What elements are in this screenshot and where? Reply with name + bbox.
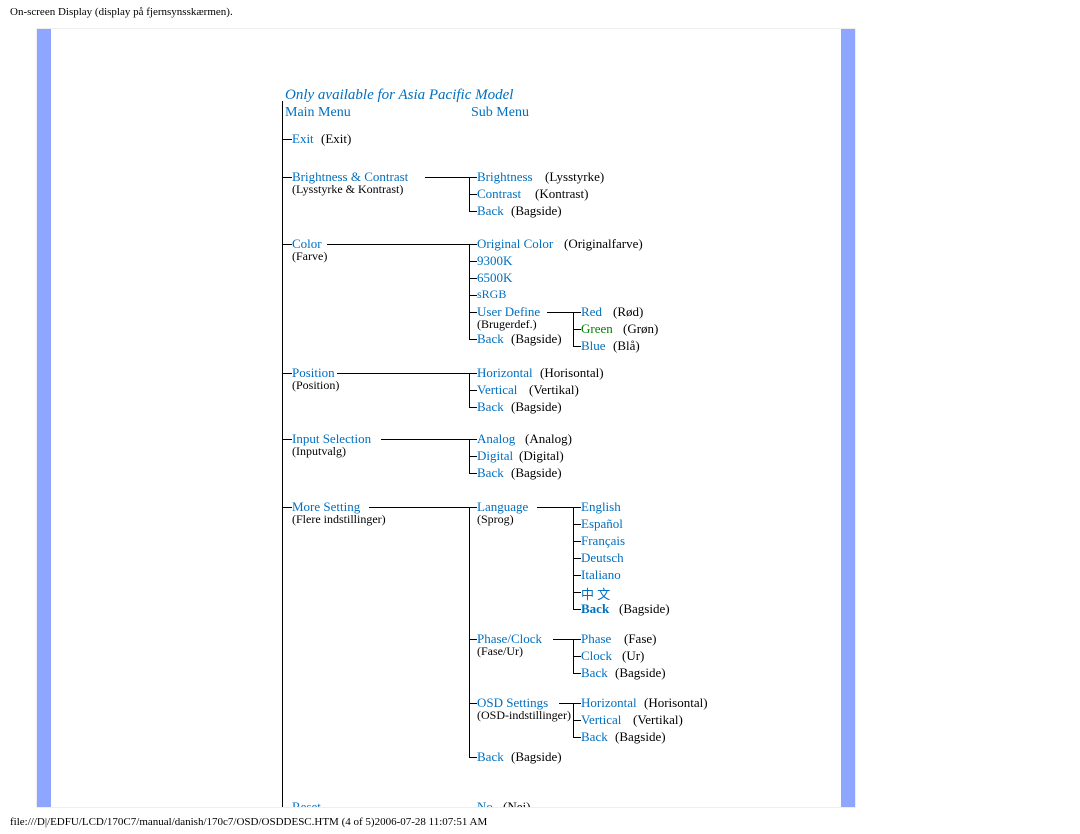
sub-pos-horizontal-tr: (Horisontal) (540, 365, 604, 381)
sub-analog: Analog (477, 431, 515, 447)
heading-sub-menu: Sub Menu (471, 105, 529, 121)
sub-color-back: Back (477, 331, 504, 347)
lang-deutsch: Deutsch (581, 550, 624, 566)
sub-phase-clock-tr: (Fase/Ur) (477, 644, 523, 659)
sub-contrast: Contrast (477, 186, 521, 202)
sub-pos-horizontal: Horizontal (477, 365, 533, 381)
sub-bc-back-tr: (Bagside) (511, 203, 562, 219)
sub-pos-vertical-tr: (Vertikal) (529, 382, 579, 398)
sub-osd-settings-tr: (OSD-indstillinger) (477, 708, 571, 723)
sub-pos-vertical: Vertical (477, 382, 517, 398)
sub-user-define-tr: (Brugerdef.) (477, 317, 537, 332)
osd-back: Back (581, 729, 608, 745)
sub-brightness: Brightness (477, 169, 533, 185)
sub-digital-tr: (Digital) (519, 448, 564, 464)
sub-clock: Clock (581, 648, 612, 664)
sub-pc-back: Back (581, 665, 608, 681)
sub-blue-tr: (Blå) (613, 338, 640, 354)
sub-pos-back-tr: (Bagside) (511, 399, 562, 415)
left-bar (37, 29, 51, 807)
menu-exit: Exit (292, 131, 314, 147)
menu-brightness-contrast-tr: (Lysstyrke & Kontrast) (292, 182, 403, 197)
lang-francais: Français (581, 533, 625, 549)
menu-exit-tr: (Exit) (321, 131, 351, 147)
sub-blue: Blue (581, 338, 606, 354)
osd-back-tr: (Bagside) (615, 729, 666, 745)
sub-input-back: Back (477, 465, 504, 481)
menu-color-tr: (Farve) (292, 249, 327, 264)
osd-horizontal: Horizontal (581, 695, 637, 711)
sub-color-back-tr: (Bagside) (511, 331, 562, 347)
sub-more-back: Back (477, 749, 504, 765)
sub-reset-no-tr: (Nej) (503, 799, 530, 808)
menu-reset: Reset (292, 799, 321, 808)
sub-language-tr: (Sprog) (477, 512, 514, 527)
sub-contrast-tr: (Kontrast) (535, 186, 588, 202)
sub-pc-back-tr: (Bagside) (615, 665, 666, 681)
sub-green: Green (581, 321, 613, 337)
lang-english: English (581, 499, 621, 515)
sub-bc-back: Back (477, 203, 504, 219)
sub-pos-back: Back (477, 399, 504, 415)
sub-more-back-tr: (Bagside) (511, 749, 562, 765)
sub-input-back-tr: (Bagside) (511, 465, 562, 481)
lang-back-tr: (Bagside) (619, 601, 670, 617)
osd-vertical-tr: (Vertikal) (633, 712, 683, 728)
sub-analog-tr: (Analog) (525, 431, 572, 447)
menu-position-tr: (Position) (292, 378, 339, 393)
diagram-sheet: Only available for Asia Pacific Model Ma… (36, 28, 856, 808)
menu-input-selection-tr: (Inputvalg) (292, 444, 346, 459)
sub-red: Red (581, 304, 602, 320)
heading-main-menu: Main Menu (285, 105, 351, 121)
title-asia-pacific: Only available for Asia Pacific Model (285, 87, 513, 104)
sub-srgb: sRGB (477, 287, 506, 302)
page-footer: file:///D|/EDFU/LCD/170C7/manual/danish/… (10, 816, 487, 828)
sub-reset-no: No (477, 799, 493, 808)
menu-more-setting-tr: (Flere indstillinger) (292, 512, 386, 527)
lang-espanol: Español (581, 516, 623, 532)
sub-phase: Phase (581, 631, 611, 647)
lang-back: Back (581, 601, 609, 617)
sub-phase-tr: (Fase) (624, 631, 657, 647)
osd-horizontal-tr: (Horisontal) (644, 695, 708, 711)
sub-digital: Digital (477, 448, 513, 464)
right-bar (841, 29, 855, 807)
sub-brightness-tr: (Lysstyrke) (545, 169, 604, 185)
sub-green-tr: (Grøn) (623, 321, 658, 337)
sub-9300k: 9300K (477, 253, 512, 269)
page-header: On-screen Display (display på fjernsynss… (10, 6, 233, 18)
sub-original-color-tr: (Originalfarve) (564, 236, 643, 252)
lang-italiano: Italiano (581, 567, 621, 583)
sub-red-tr: (Rød) (613, 304, 643, 320)
tree-trunk (282, 101, 283, 808)
sub-original-color: Original Color (477, 236, 553, 252)
sub-clock-tr: (Ur) (622, 648, 644, 664)
osd-vertical: Vertical (581, 712, 621, 728)
sub-6500k: 6500K (477, 270, 512, 286)
